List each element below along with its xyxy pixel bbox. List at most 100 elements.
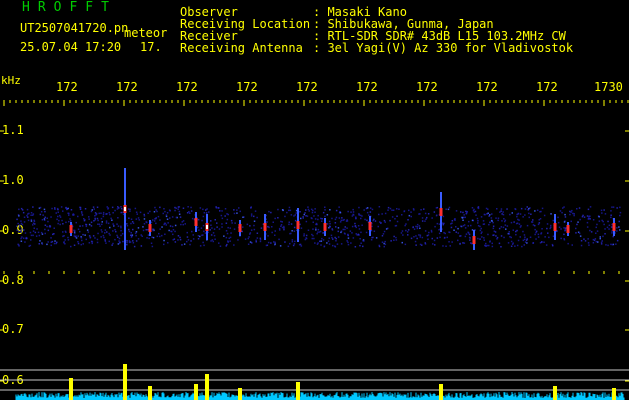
noise-speck [20, 240, 23, 242]
noise-speck [608, 228, 610, 230]
noise-speck [516, 213, 518, 216]
noise-speck [582, 214, 584, 217]
noise-speck [468, 220, 470, 223]
noise-speck [88, 218, 90, 220]
noise-speck [352, 213, 354, 216]
noise-speck [17, 244, 20, 246]
noise-speck [575, 232, 577, 234]
noise-speck [362, 245, 364, 248]
noise-speck [256, 216, 258, 219]
noise-speck [46, 217, 48, 219]
noise-speck [191, 230, 193, 233]
noise-speck [408, 209, 410, 212]
noise-speck [498, 227, 501, 230]
noise-speck [610, 214, 612, 216]
noise-speck [315, 229, 317, 231]
meteor-core [612, 223, 616, 231]
noise-speck [586, 226, 589, 228]
noise-speck [59, 214, 61, 217]
noise-speck [153, 211, 156, 213]
noise-speck [30, 212, 33, 214]
noise-speck [366, 219, 368, 222]
noise-speck [611, 232, 613, 234]
noise-speck [578, 207, 581, 209]
noise-speck [515, 233, 517, 236]
noise-speck [421, 217, 424, 219]
noise-speck [233, 209, 235, 211]
noise-speck [112, 212, 114, 214]
noise-speck [314, 208, 316, 210]
noise-speck [175, 207, 177, 209]
noise-speck [354, 225, 357, 227]
noise-speck [331, 217, 333, 220]
noise-speck [87, 231, 90, 233]
noise-speck [509, 213, 511, 216]
noise-speck [149, 210, 151, 213]
noise-speck [405, 229, 407, 232]
noise-speck [178, 213, 181, 215]
noise-speck [128, 230, 131, 233]
noise-speck [280, 225, 282, 227]
peak-bar [612, 388, 616, 400]
peak-bar [553, 386, 557, 400]
noise-speck [161, 234, 163, 237]
noise-speck [80, 211, 83, 213]
noise-speck [577, 221, 579, 223]
noise-speck [100, 229, 103, 231]
noise-speck [158, 232, 160, 235]
noise-speck [355, 226, 357, 229]
noise-speck [120, 234, 122, 237]
noise-speck [300, 245, 303, 247]
noise-speck [226, 243, 228, 246]
noise-speck [70, 209, 73, 211]
noise-speck [85, 238, 87, 241]
noise-speck [336, 243, 339, 245]
noise-speck [30, 218, 33, 221]
noise-speck [598, 220, 601, 222]
noise-speck [414, 240, 417, 243]
noise-speck [355, 233, 357, 235]
noise-speck [383, 245, 385, 248]
noise-speck [465, 233, 468, 235]
noise-speck [477, 220, 479, 222]
noise-speck [47, 220, 49, 223]
noise-speck [84, 208, 87, 210]
noise-speck [281, 226, 284, 229]
noise-speck [351, 232, 353, 234]
noise-speck [259, 240, 262, 243]
noise-speck [159, 228, 161, 230]
noise-speck [80, 243, 82, 246]
noise-speck [524, 208, 527, 210]
noise-speck [134, 232, 137, 235]
noise-speck [615, 243, 617, 245]
noise-speck [496, 208, 498, 210]
noise-speck [154, 206, 156, 209]
noise-speck [521, 245, 523, 248]
noise-speck [77, 215, 79, 218]
noise-speck [139, 211, 142, 214]
noise-speck [290, 214, 293, 216]
noise-speck [32, 234, 34, 237]
noise-speck [564, 216, 567, 218]
noise-speck [599, 237, 601, 240]
noise-speck [81, 225, 84, 227]
noise-speck [317, 218, 319, 221]
noise-speck [152, 229, 154, 232]
noise-speck [274, 217, 276, 220]
noise-speck [477, 207, 480, 210]
noise-speck [126, 243, 128, 246]
noise-speck [126, 223, 128, 225]
noise-speck [111, 206, 114, 209]
noise-speck [460, 225, 462, 227]
noise-speck [105, 220, 108, 222]
noise-speck [274, 230, 276, 232]
noise-speck [38, 234, 41, 237]
noise-speck [270, 242, 272, 244]
noise-speck [270, 211, 272, 214]
noise-speck [432, 243, 434, 245]
noise-speck [393, 239, 395, 241]
noise-speck [439, 236, 441, 239]
noise-speck [322, 211, 325, 214]
noise-speck [169, 217, 171, 219]
noise-speck [55, 212, 57, 214]
